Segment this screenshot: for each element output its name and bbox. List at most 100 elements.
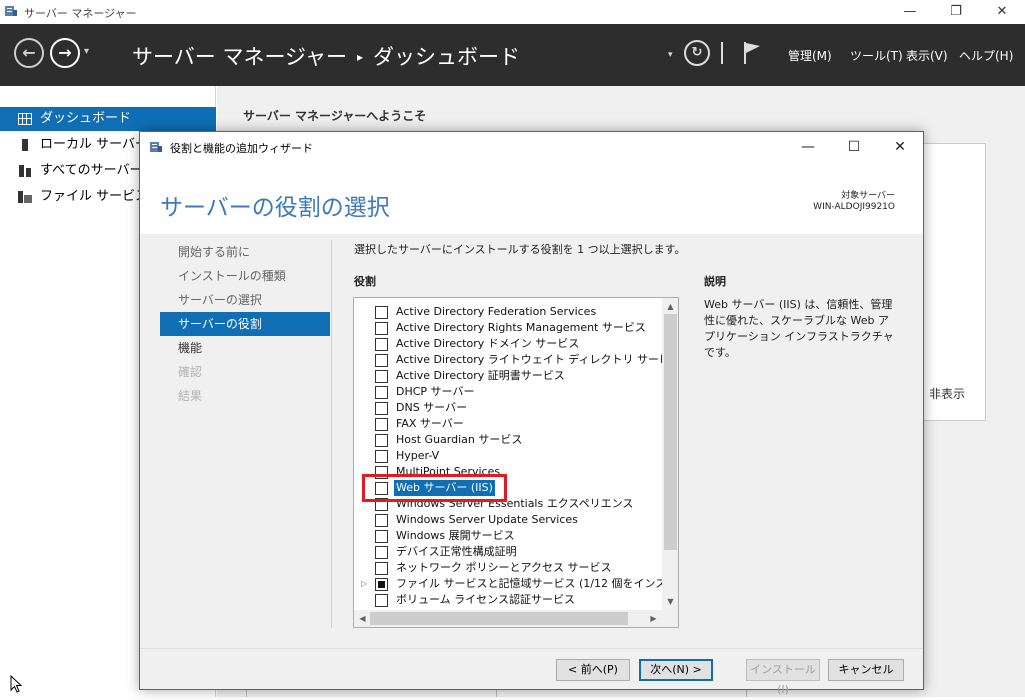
role-checkbox[interactable] bbox=[375, 354, 388, 367]
step-features[interactable]: 機能 bbox=[160, 336, 330, 360]
file-services-icon bbox=[18, 191, 32, 203]
history-dropdown-icon[interactable]: ▾ bbox=[84, 46, 89, 57]
role-item[interactable]: Windows Server Update Services bbox=[354, 512, 660, 528]
role-item[interactable]: FAX サーバー bbox=[354, 416, 660, 432]
cancel-button[interactable]: キャンセル bbox=[828, 659, 904, 681]
app-header: ← → ▾ サーバー マネージャー ▸ ダッシュボード ▾ ↻ 管理(M) ツール(… bbox=[0, 24, 1025, 86]
role-checkbox[interactable] bbox=[375, 530, 388, 543]
role-description: Web サーバー (IIS) は、信頼性、管理性に優れた、スケーラブルな Web… bbox=[704, 298, 894, 359]
forward-button[interactable]: → bbox=[50, 38, 80, 68]
role-checkbox[interactable] bbox=[375, 546, 388, 559]
role-checkbox[interactable] bbox=[375, 594, 388, 607]
servers-icon bbox=[19, 165, 31, 177]
role-item[interactable]: ▷ ファイル サービスと記憶域サービス (1/12 個をインストール済み) bbox=[354, 576, 678, 592]
expand-arrow-icon[interactable]: ▷ bbox=[361, 576, 367, 592]
role-label: Host Guardian サービス bbox=[396, 433, 523, 446]
sidebar-item-label: ローカル サーバー bbox=[40, 137, 149, 152]
role-label: Active Directory 証明書サービス bbox=[396, 369, 565, 382]
wizard-titlebar: 役割と機能の追加ウィザード — ☐ ✕ bbox=[140, 132, 923, 162]
role-checkbox[interactable] bbox=[375, 450, 388, 463]
server-icon bbox=[22, 139, 28, 151]
menu-tools[interactable]: ツール(T) bbox=[850, 47, 903, 64]
role-item[interactable]: Active Directory Rights Management サービス bbox=[354, 320, 660, 336]
scroll-up-arrow-icon[interactable]: ▲ bbox=[662, 298, 678, 315]
breadcrumb-app[interactable]: サーバー マネージャー bbox=[132, 45, 347, 69]
highlight-annotation bbox=[362, 474, 507, 502]
role-item[interactable]: DHCP サーバー bbox=[354, 384, 660, 400]
role-item[interactable]: Hyper-V bbox=[354, 448, 660, 464]
previous-button[interactable]: < 前へ(P) bbox=[556, 659, 630, 681]
window-close-button[interactable]: ✕ bbox=[979, 0, 1025, 24]
role-checkbox[interactable] bbox=[375, 306, 388, 319]
page-title: サーバーの役割の選択 bbox=[160, 195, 390, 221]
breadcrumb-page: ダッシュボード bbox=[373, 45, 521, 69]
minimize-button[interactable]: — bbox=[887, 0, 933, 24]
role-item[interactable]: Active Directory ドメイン サービス bbox=[354, 336, 660, 352]
scroll-down-arrow-icon[interactable]: ▼ bbox=[662, 593, 678, 610]
step-installation-type[interactable]: インストールの種類 bbox=[160, 264, 330, 288]
role-checkbox[interactable] bbox=[375, 418, 388, 431]
role-label: Hyper-V bbox=[396, 449, 440, 462]
instruction-text: 選択したサーバーにインストールする役割を 1 つ以上選択します。 bbox=[354, 243, 686, 256]
role-checkbox[interactable] bbox=[375, 578, 388, 591]
server-manager-app-icon bbox=[5, 6, 17, 16]
header-divider bbox=[721, 42, 723, 64]
scroll-left-arrow-icon[interactable]: ◀ bbox=[354, 610, 371, 627]
step-confirmation: 確認 bbox=[178, 365, 203, 379]
step-server-roles[interactable]: サーバーの役割 bbox=[160, 312, 330, 336]
scroll-right-arrow-icon[interactable]: ▶ bbox=[645, 610, 662, 627]
wizard-maximize-button[interactable]: ☐ bbox=[831, 135, 877, 159]
role-checkbox[interactable] bbox=[375, 402, 388, 415]
roles-header: 役割 bbox=[354, 275, 376, 288]
role-item[interactable]: Active Directory Federation Services bbox=[354, 304, 660, 320]
role-item[interactable]: Windows 展開サービス bbox=[354, 528, 660, 544]
back-button[interactable]: ← bbox=[14, 38, 44, 68]
wizard-close-button[interactable]: ✕ bbox=[877, 135, 923, 159]
role-label: Windows 展開サービス bbox=[396, 529, 515, 542]
step-before-you-begin[interactable]: 開始する前に bbox=[160, 240, 330, 264]
role-item[interactable]: DNS サーバー bbox=[354, 400, 660, 416]
role-label: デバイス正常性構成証明 bbox=[396, 545, 517, 558]
role-checkbox[interactable] bbox=[375, 562, 388, 575]
role-item[interactable]: Host Guardian サービス bbox=[354, 432, 660, 448]
role-label: ファイル サービスと記憶域サービス (1/12 個をインストール済み) bbox=[396, 577, 678, 590]
role-item[interactable]: Active Directory 証明書サービス bbox=[354, 368, 660, 384]
role-checkbox[interactable] bbox=[375, 434, 388, 447]
notifications-dropdown-icon[interactable]: ▾ bbox=[668, 50, 673, 60]
role-label: Active Directory Rights Management サービス bbox=[396, 321, 646, 334]
role-label: Active Directory ドメイン サービス bbox=[396, 337, 580, 350]
menu-view[interactable]: 表示(V) bbox=[906, 47, 948, 64]
add-roles-wizard-dialog: 役割と機能の追加ウィザード — ☐ ✕ サーバーの役割の選択 対象サーバー WI… bbox=[139, 131, 924, 696]
welcome-heading: サーバー マネージャーへようこそ bbox=[243, 109, 427, 123]
role-checkbox[interactable] bbox=[375, 338, 388, 351]
role-checkbox[interactable] bbox=[375, 322, 388, 335]
role-item[interactable]: ボリューム ライセンス認証サービス bbox=[354, 592, 660, 608]
role-checkbox[interactable] bbox=[375, 514, 388, 527]
roles-list: Active Directory Federation Services Acti… bbox=[353, 297, 679, 628]
role-label: ネットワーク ポリシーとアクセス サービス bbox=[396, 561, 612, 574]
role-label: DNS サーバー bbox=[396, 401, 468, 414]
notifications-flag-icon[interactable] bbox=[740, 40, 764, 66]
restore-button[interactable]: ❐ bbox=[933, 0, 979, 24]
wizard-app-icon bbox=[150, 142, 162, 152]
role-item[interactable]: デバイス正常性構成証明 bbox=[354, 544, 660, 560]
role-label: Active Directory ライトウェイト ディレクトリ サービス bbox=[396, 353, 679, 366]
vertical-scroll-thumb[interactable] bbox=[664, 314, 677, 550]
refresh-button[interactable]: ↻ bbox=[684, 40, 710, 66]
menu-manage[interactable]: 管理(M) bbox=[788, 47, 832, 64]
wizard-minimize-button[interactable]: — bbox=[785, 135, 831, 159]
mouse-cursor-icon bbox=[10, 675, 22, 693]
nav-divider bbox=[331, 240, 332, 628]
hide-link[interactable]: 非表示 bbox=[929, 385, 965, 402]
menu-help[interactable]: ヘルプ(H) bbox=[959, 47, 1013, 64]
role-item[interactable]: ネットワーク ポリシーとアクセス サービス bbox=[354, 560, 660, 576]
step-server-selection[interactable]: サーバーの選択 bbox=[160, 288, 330, 312]
description-header: 説明 bbox=[704, 275, 726, 288]
role-item[interactable]: Active Directory ライトウェイト ディレクトリ サービス bbox=[354, 352, 678, 368]
role-label: FAX サーバー bbox=[396, 417, 464, 430]
horizontal-scroll-thumb[interactable] bbox=[370, 612, 628, 625]
next-button[interactable]: 次へ(N) > bbox=[639, 659, 713, 681]
role-checkbox[interactable] bbox=[375, 370, 388, 383]
sidebar-item-dashboard[interactable]: ダッシュボード bbox=[0, 107, 216, 131]
role-checkbox[interactable] bbox=[375, 386, 388, 399]
